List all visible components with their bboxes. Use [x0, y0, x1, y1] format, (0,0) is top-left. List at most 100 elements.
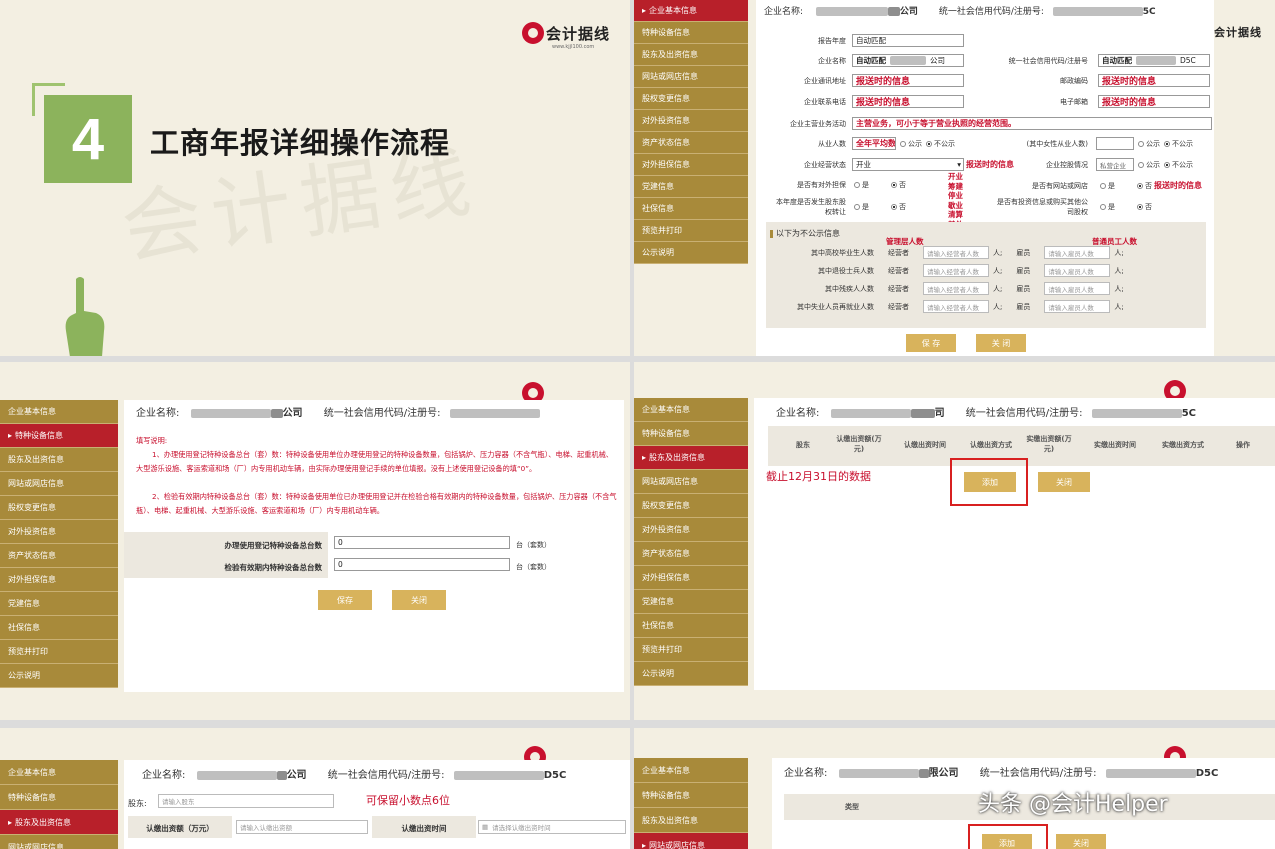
sidebar-item-special-equipment[interactable]: 特种设备信息: [634, 422, 748, 446]
company-name-field[interactable]: 自动匹配 公司: [852, 54, 964, 67]
female-employees-field[interactable]: [1096, 137, 1134, 150]
sidebar-item-investment[interactable]: 对外投资信息: [634, 110, 748, 132]
veterans-employee-input[interactable]: 请输入雇员人数: [1044, 264, 1111, 277]
close-button[interactable]: 关闭: [392, 590, 446, 610]
title-slide: 会计据线 会计据线 www.kjjl100.com 4 工商年报详细操作流程: [0, 0, 630, 356]
disabled-employee-input[interactable]: 请输入雇员人数: [1044, 282, 1111, 295]
sidebar-item-basic-info[interactable]: 企业基本信息: [634, 398, 748, 422]
sidebar-item-special-equipment[interactable]: 特种设备信息: [634, 22, 748, 44]
credit-code-field[interactable]: 自动匹配 D5C: [1098, 54, 1210, 67]
add-button[interactable]: 添加: [982, 834, 1032, 849]
reemployed-operator-input[interactable]: 请输入经营者人数: [923, 300, 989, 313]
sidebar-item-equity-change[interactable]: 股权变更信息: [634, 494, 748, 518]
sidebar-item-special-equipment[interactable]: 特种设备信息: [0, 785, 118, 810]
close-button[interactable]: 关 闭: [976, 334, 1026, 352]
holding-select[interactable]: 私营企业: [1096, 158, 1134, 171]
date-annotation: 截止12月31日的数据: [766, 470, 871, 483]
sidebar-item-basic-info[interactable]: 企业基本信息: [634, 758, 748, 783]
address-field[interactable]: 报送时的信息: [852, 74, 964, 87]
guarantee-no-radio[interactable]: [891, 182, 897, 188]
website-yes-radio[interactable]: [1100, 182, 1106, 189]
sidebar-item-investment[interactable]: 对外投资信息: [634, 518, 748, 542]
shareholder-input[interactable]: 请输入股东: [158, 794, 334, 808]
sidebar-item-disclosure[interactable]: 公示说明: [634, 242, 748, 264]
inspected-equipment-input[interactable]: 0: [334, 558, 510, 571]
sidebar-item-website[interactable]: 网站或网店信息: [634, 833, 748, 849]
col-subscribed-method: 认缴出资方式: [970, 441, 1012, 449]
postcode-field[interactable]: 报送时的信息: [1098, 74, 1210, 87]
employees-private-radio[interactable]: [926, 140, 932, 147]
sidebar-item-special-equipment[interactable]: 特种设备信息: [634, 783, 748, 808]
sidebar-item-basic-info[interactable]: 企业基本信息: [0, 400, 118, 424]
sidebar-item-website[interactable]: 网站或网店信息: [634, 66, 748, 88]
close-button[interactable]: 关闭: [1056, 834, 1106, 849]
sidebar-item-guarantee[interactable]: 对外担保信息: [634, 154, 748, 176]
sidebar-item-guarantee[interactable]: 对外担保信息: [634, 566, 748, 590]
sidebar-item-basic-info[interactable]: 企业基本信息: [634, 0, 748, 22]
transfer-no-radio[interactable]: [891, 204, 897, 210]
sidebar-item-print[interactable]: 预览并打印: [0, 640, 118, 664]
sidebar-item-party[interactable]: 党建信息: [634, 590, 748, 614]
sidebar-item-investment[interactable]: 对外投资信息: [0, 520, 118, 544]
sidebar-item-assets[interactable]: 资产状态信息: [634, 132, 748, 154]
female-public-radio[interactable]: [1138, 140, 1144, 147]
registered-equipment-input[interactable]: 0: [334, 536, 510, 549]
fill-instructions-title: 填写说明:: [136, 436, 168, 445]
employees-public-radio[interactable]: [900, 140, 906, 147]
add-shareholder-slide: 企业基本信息 特种设备信息 股东及出资信息 网站或网店信息 企业名称: 公司 统…: [0, 728, 630, 849]
subscribed-time-picker[interactable]: ▦ 请选择认缴出资时间: [478, 820, 626, 834]
sidebar-item-basic-info[interactable]: 企业基本信息: [0, 760, 118, 785]
status-select[interactable]: 开业 ▾: [852, 158, 964, 171]
sidebar-item-social-security[interactable]: 社保信息: [634, 614, 748, 638]
sidebar-item-party[interactable]: 党建信息: [0, 592, 118, 616]
sidebar-item-shareholders[interactable]: 股东及出资信息: [634, 44, 748, 66]
sidebar-item-assets[interactable]: 资产状态信息: [634, 542, 748, 566]
holding-private-radio[interactable]: [1164, 161, 1170, 168]
guarantee-yes-radio[interactable]: [854, 182, 860, 188]
sidebar-item-party[interactable]: 党建信息: [634, 176, 748, 198]
sidebar-item-guarantee[interactable]: 对外担保信息: [0, 568, 118, 592]
report-year-field[interactable]: 自动匹配: [852, 34, 964, 47]
sidebar-item-social-security[interactable]: 社保信息: [0, 616, 118, 640]
female-private-radio[interactable]: [1164, 140, 1170, 147]
save-button[interactable]: 保存: [318, 590, 372, 610]
graduates-employee-input[interactable]: 请输入雇员人数: [1044, 246, 1111, 259]
sidebar-item-shareholders[interactable]: 股东及出资信息: [0, 810, 118, 835]
col-subscribed-amount: 认缴出资额(万元): [836, 435, 882, 453]
invest-no-radio[interactable]: [1137, 204, 1143, 210]
veterans-operator-input[interactable]: 请输入经营者人数: [923, 264, 989, 277]
email-field[interactable]: 报送时的信息: [1098, 95, 1210, 108]
holding-public-radio[interactable]: [1138, 161, 1144, 168]
close-button[interactable]: 关闭: [1038, 472, 1090, 492]
sidebar-item-special-equipment[interactable]: 特种设备信息: [0, 424, 118, 448]
website-no-radio[interactable]: [1137, 182, 1143, 189]
sidebar-item-website[interactable]: 网站或网店信息: [634, 470, 748, 494]
sidebar-item-website[interactable]: 网站或网店信息: [0, 835, 118, 849]
reemployed-employee-input[interactable]: 请输入雇员人数: [1044, 300, 1111, 313]
phone-field[interactable]: 报送时的信息: [852, 95, 964, 108]
sidebar-item-assets[interactable]: 资产状态信息: [0, 544, 118, 568]
sidebar-item-disclosure[interactable]: 公示说明: [634, 662, 748, 686]
sidebar-item-print[interactable]: 预览并打印: [634, 638, 748, 662]
sidebar-item-shareholders[interactable]: 股东及出资信息: [634, 446, 748, 470]
sidebar-item-disclosure[interactable]: 公示说明: [0, 664, 118, 688]
subscribed-amount-input[interactable]: 请输入认缴出资额: [236, 820, 368, 834]
sidebar-item-website[interactable]: 网站或网店信息: [0, 472, 118, 496]
save-button[interactable]: 保 存: [906, 334, 956, 352]
sidebar-item-social-security[interactable]: 社保信息: [634, 198, 748, 220]
sidebar-nav: 企业基本信息 特种设备信息 股东及出资信息 网站或网店信息 股权变更信息 对外投…: [0, 400, 118, 692]
pointing-hand-icon: [65, 277, 105, 356]
sidebar-item-equity-change[interactable]: 股权变更信息: [0, 496, 118, 520]
sidebar-item-print[interactable]: 预览并打印: [634, 220, 748, 242]
slide-title: 工商年报详细操作流程: [150, 126, 451, 160]
employees-field[interactable]: 全年平均数: [852, 137, 896, 150]
disabled-operator-input[interactable]: 请输入经营者人数: [923, 282, 989, 295]
sidebar-item-shareholders[interactable]: 股东及出资信息: [634, 808, 748, 833]
sidebar-item-shareholders[interactable]: 股东及出资信息: [0, 448, 118, 472]
add-button[interactable]: 添加: [964, 472, 1016, 492]
business-activity-field[interactable]: 主营业务，可小于等于营业执照的经营范围。: [852, 117, 1212, 130]
invest-yes-radio[interactable]: [1100, 204, 1106, 210]
graduates-operator-input[interactable]: 请输入经营者人数: [923, 246, 989, 259]
sidebar-item-equity-change[interactable]: 股权变更信息: [634, 88, 748, 110]
transfer-yes-radio[interactable]: [854, 204, 860, 210]
